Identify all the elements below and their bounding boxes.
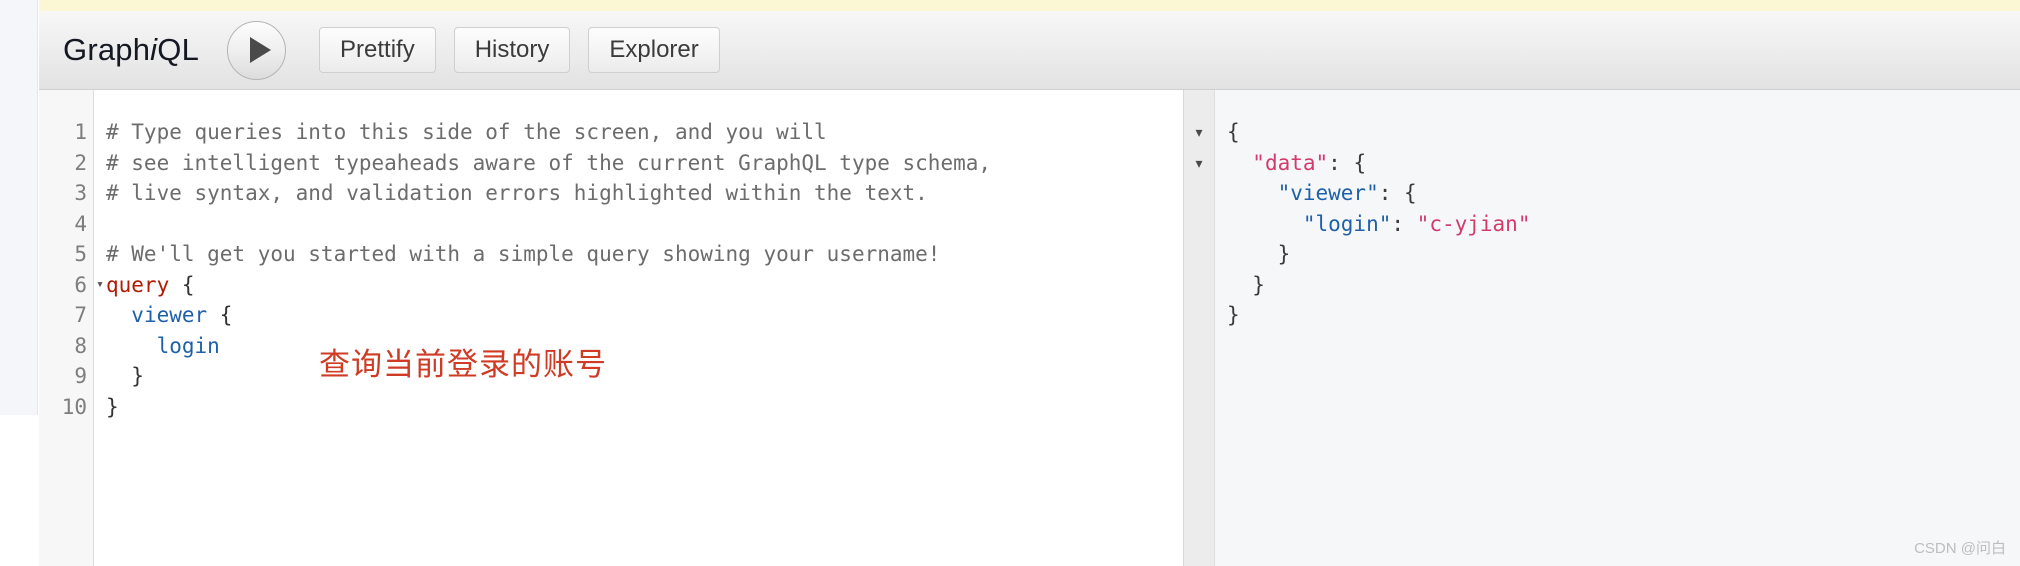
code-line: # live syntax, and validation errors hig… bbox=[106, 178, 1183, 209]
json-token: "data" bbox=[1252, 150, 1329, 175]
result-json-viewer: { "data": { "viewer": { "login": "c-yjia… bbox=[1215, 90, 2020, 566]
json-token: { bbox=[1227, 120, 1240, 144]
line-number: 9 bbox=[74, 364, 87, 389]
page-left-gutter-bottom bbox=[0, 415, 38, 566]
line-number: 8 bbox=[74, 333, 87, 358]
line-number: 10 bbox=[61, 394, 87, 419]
execute-query-button[interactable] bbox=[227, 20, 287, 80]
json-token: : bbox=[1391, 211, 1417, 236]
result-fold-gutter[interactable]: ▾ ▾ bbox=[1184, 90, 1215, 566]
graphiql-toolbar: GraphiQL Prettify History Explorer bbox=[39, 11, 2020, 90]
result-line: } bbox=[1227, 300, 2020, 331]
code-token: } bbox=[106, 364, 144, 388]
code-token: # see intelligent typeaheads aware of th… bbox=[106, 150, 992, 175]
code-line: login bbox=[106, 331, 1183, 362]
graphiql-window: GraphiQL Prettify History Explorer 1 2 3 4 5… bbox=[0, 0, 2020, 566]
code-token: { bbox=[207, 303, 233, 327]
prettify-button[interactable]: Prettify bbox=[319, 27, 436, 73]
json-token: } bbox=[1227, 272, 1265, 297]
result-gutter-blank bbox=[1184, 209, 1214, 240]
code-token: { bbox=[169, 272, 195, 297]
line-number: 5 bbox=[74, 242, 87, 267]
chinese-annotation: 查询当前登录的账号 bbox=[319, 347, 607, 382]
line-number: 7 bbox=[74, 303, 87, 328]
json-token: } bbox=[1227, 242, 1291, 266]
graphiql-logo: GraphiQL bbox=[63, 32, 199, 68]
result-fold-triangle-icon[interactable]: ▾ bbox=[1184, 117, 1214, 148]
logo-suffix: QL bbox=[157, 32, 200, 67]
json-token: } bbox=[1227, 303, 1240, 327]
code-token: # Type queries into this side of the scr… bbox=[106, 120, 827, 144]
logo-prefix: Graph bbox=[63, 32, 151, 67]
code-line: } bbox=[106, 361, 1183, 392]
code-line: viewer { bbox=[106, 300, 1183, 331]
explorer-button[interactable]: Explorer bbox=[588, 27, 720, 73]
code-token: } bbox=[106, 394, 119, 419]
result-line: "login": "c-yjian" bbox=[1227, 209, 2020, 240]
history-button[interactable]: History bbox=[453, 27, 571, 73]
query-editor-code[interactable]: # Type queries into this side of the scr… bbox=[94, 90, 1183, 566]
json-token: "viewer" bbox=[1277, 181, 1379, 205]
code-line: } bbox=[106, 392, 1183, 423]
watermark: CSDN @问白 bbox=[1914, 540, 2006, 557]
code-line: query { bbox=[106, 270, 1183, 301]
play-icon bbox=[249, 37, 271, 63]
line-number: 3 bbox=[74, 181, 87, 206]
result-line: } bbox=[1227, 270, 2020, 301]
code-token: # live syntax, and validation errors hig… bbox=[106, 181, 928, 205]
json-token: : { bbox=[1328, 150, 1367, 175]
editor-line-number-gutter: 1 2 3 4 5 6 ▾ 7 8 9 10 bbox=[39, 90, 104, 566]
json-token: "c-yjian" bbox=[1416, 211, 1531, 236]
code-token: query bbox=[106, 272, 170, 297]
json-token: "login" bbox=[1302, 211, 1392, 236]
result-gutter-blank bbox=[1184, 300, 1214, 331]
result-line: "data": { bbox=[1227, 148, 2020, 179]
result-line: { bbox=[1227, 117, 2020, 148]
code-token: # We'll get you started with a simple qu… bbox=[106, 242, 941, 266]
page-left-gutter-top bbox=[0, 0, 38, 415]
result-line: } bbox=[1227, 239, 2020, 270]
query-editor-pane[interactable]: 1 2 3 4 5 6 ▾ 7 8 9 10 # Type queries into this si… bbox=[39, 90, 1184, 566]
result-fold-triangle-icon[interactable]: ▾ bbox=[1184, 148, 1214, 179]
result-gutter-blank bbox=[1184, 178, 1214, 209]
line-number: 1 bbox=[74, 120, 87, 145]
line-number: 2 bbox=[74, 150, 87, 175]
code-line: # see intelligent typeaheads aware of th… bbox=[106, 148, 1183, 179]
result-pane: ▾ ▾ { "data": { "viewer": { "login": "c-y… bbox=[1184, 90, 2020, 566]
result-gutter-blank bbox=[1184, 239, 1214, 270]
line-number: 6 ▾ bbox=[74, 272, 104, 297]
code-token: login bbox=[156, 333, 220, 358]
code-line: # Type queries into this side of the scr… bbox=[106, 117, 1183, 148]
json-token: : { bbox=[1378, 181, 1417, 205]
code-line: # We'll get you started with a simple qu… bbox=[106, 239, 1183, 270]
line-number: 4 bbox=[74, 211, 87, 236]
result-line: "viewer": { bbox=[1227, 178, 2020, 209]
result-gutter-blank bbox=[1184, 270, 1214, 301]
top-highlight-strip bbox=[39, 0, 2020, 11]
code-token: viewer bbox=[131, 303, 208, 327]
